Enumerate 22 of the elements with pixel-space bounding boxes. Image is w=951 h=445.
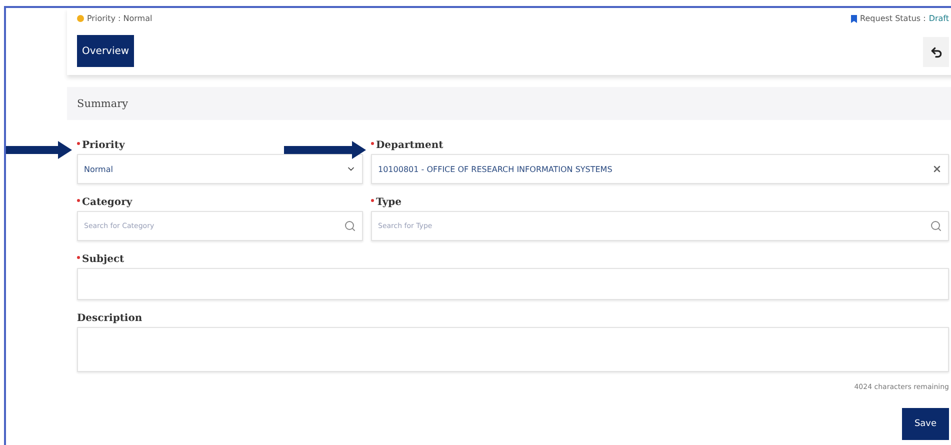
- input-field[interactable]: [77, 268, 949, 300]
- description-field[interactable]: [77, 327, 949, 372]
- search-icon[interactable]: [344, 220, 356, 232]
- priority-select[interactable]: Normal: [77, 154, 363, 184]
- clear-icon[interactable]: [932, 164, 942, 174]
- input-field[interactable]: 10100801 - OFFICE OF RESEARCH INFORMATION SYSTEMS: [371, 154, 949, 184]
- field-label: Priority: [77, 140, 125, 154]
- request-status-label: Request Status :: [860, 14, 926, 23]
- field-label: Subject: [77, 254, 124, 268]
- priority-status: Priority : Normal: [87, 14, 152, 23]
- field-label: Department: [371, 140, 444, 154]
- undo-icon: [930, 46, 942, 58]
- request-status-value: Draft: [928, 14, 949, 23]
- section-title: Summary: [77, 98, 128, 110]
- overview-tab[interactable]: Overview: [77, 35, 134, 67]
- field-label: Category: [77, 197, 132, 211]
- save-button[interactable]: Save: [902, 408, 949, 440]
- field-label: Description: [77, 313, 142, 326]
- back-button[interactable]: [923, 37, 949, 67]
- search-icon[interactable]: [930, 220, 942, 232]
- field-label: Type: [371, 197, 402, 211]
- bookmark-icon: [851, 14, 858, 22]
